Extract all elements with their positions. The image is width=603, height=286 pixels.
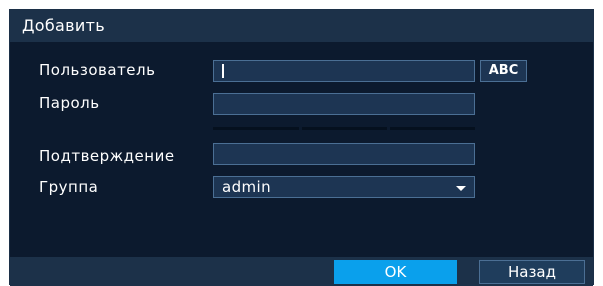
password-strength-segment-strong [390, 127, 475, 130]
confirm-label: Подтверждение [39, 147, 175, 165]
dialog-footer: OK Назад [10, 257, 593, 286]
chevron-down-icon [456, 186, 466, 191]
keyboard-abc-button[interactable]: ABC [480, 60, 527, 82]
dialog-titlebar: Добавить [10, 10, 593, 42]
group-label: Группа [39, 178, 99, 196]
group-selected-value: admin [222, 178, 271, 196]
user-input[interactable] [213, 60, 475, 82]
add-user-dialog: Добавить Пользователь ABC Пароль Подтвер… [9, 9, 594, 286]
user-label: Пользователь [39, 61, 156, 79]
back-button[interactable]: Назад [479, 260, 585, 284]
group-select[interactable]: admin [213, 176, 475, 198]
dialog-title: Добавить [22, 16, 105, 35]
password-strength-segment-weak [213, 127, 299, 130]
ok-button[interactable]: OK [334, 260, 457, 284]
password-input[interactable] [213, 93, 475, 115]
password-label: Пароль [39, 94, 100, 112]
text-cursor [222, 64, 224, 78]
confirm-password-input[interactable] [213, 143, 475, 165]
password-strength-segment-medium [302, 127, 387, 130]
